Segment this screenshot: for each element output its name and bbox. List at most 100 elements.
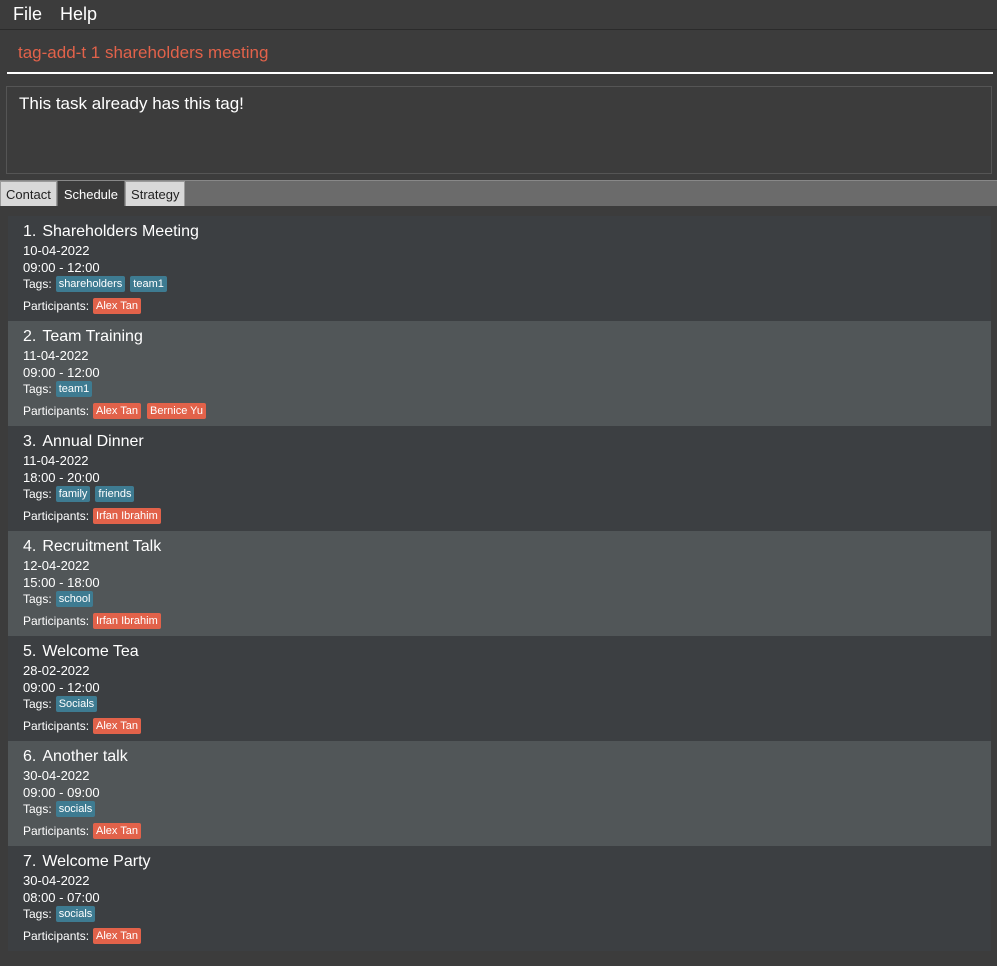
tags-label: Tags: bbox=[23, 592, 52, 606]
task-card[interactable]: 3. Annual Dinner 11-04-2022 18:00 - 20:00 Ta… bbox=[8, 426, 991, 531]
task-tags: Tags: shareholders team1 bbox=[23, 275, 976, 293]
task-participants: Participants: Irfan Ibrahim bbox=[23, 507, 976, 525]
task-index: 7. bbox=[23, 853, 37, 870]
result-display: This task already has this tag! bbox=[6, 86, 992, 174]
task-title: Welcome Party bbox=[42, 853, 151, 870]
tag-chip: Socials bbox=[55, 696, 98, 712]
task-time: 15:00 - 18:00 bbox=[23, 575, 100, 590]
task-date: 10-04-2022 bbox=[23, 243, 90, 258]
task-card[interactable]: 1. Shareholders Meeting 10-04-2022 09:00 - … bbox=[8, 216, 991, 321]
task-list[interactable]: 1. Shareholders Meeting 10-04-2022 09:00 - … bbox=[8, 216, 991, 951]
tags-label: Tags: bbox=[23, 802, 52, 816]
participants-label: Participants: bbox=[23, 614, 90, 628]
task-title-row: 1. Shareholders Meeting bbox=[23, 222, 976, 242]
task-index: 5. bbox=[23, 643, 37, 660]
task-tags: Tags: school bbox=[23, 590, 976, 608]
task-participants: Participants: Alex Tan bbox=[23, 927, 976, 945]
task-participants: Participants: Alex Tan bbox=[23, 297, 976, 315]
tags-label: Tags: bbox=[23, 382, 52, 396]
tag-chip: friends bbox=[95, 486, 135, 502]
participant-chip: Alex Tan bbox=[93, 928, 142, 944]
task-time: 09:00 - 12:00 bbox=[23, 260, 100, 275]
task-date: 28-02-2022 bbox=[23, 663, 90, 678]
tab-strategy-label: Strategy bbox=[131, 186, 180, 202]
task-index: 1. bbox=[23, 223, 37, 240]
task-title: Recruitment Talk bbox=[42, 538, 162, 555]
tag-chip: socials bbox=[55, 801, 96, 817]
tab-contact[interactable]: Contact bbox=[0, 181, 57, 206]
menu-bar: File Help bbox=[0, 0, 997, 30]
tag-chip: team1 bbox=[55, 381, 93, 397]
task-title: Shareholders Meeting bbox=[42, 223, 199, 240]
task-card[interactable]: 5. Welcome Tea 28-02-2022 09:00 - 12:00 Tags… bbox=[8, 636, 991, 741]
task-tags: Tags: team1 bbox=[23, 380, 976, 398]
task-title-row: 2. Team Training bbox=[23, 327, 976, 347]
task-title: Team Training bbox=[42, 328, 143, 345]
task-index: 2. bbox=[23, 328, 37, 345]
task-index: 6. bbox=[23, 748, 37, 765]
task-time: 09:00 - 12:00 bbox=[23, 365, 100, 380]
participant-chip: Bernice Yu bbox=[147, 403, 207, 419]
task-title-row: 6. Another talk bbox=[23, 747, 976, 767]
command-input[interactable]: tag-add-t 1 shareholders meeting bbox=[18, 43, 268, 63]
task-index: 3. bbox=[23, 433, 37, 450]
tags-label: Tags: bbox=[23, 487, 52, 501]
tag-chip: socials bbox=[55, 906, 96, 922]
task-card[interactable]: 6. Another talk 30-04-2022 09:00 - 09:00 Tag… bbox=[8, 741, 991, 846]
task-card[interactable]: 4. Recruitment Talk 12-04-2022 15:00 - 18:0… bbox=[8, 531, 991, 636]
tags-label: Tags: bbox=[23, 907, 52, 921]
task-participants: Participants: Irfan Ibrahim bbox=[23, 612, 976, 630]
task-time: 18:00 - 20:00 bbox=[23, 470, 100, 485]
tab-bar: Contact Schedule Strategy bbox=[0, 180, 997, 206]
tag-chip: shareholders bbox=[55, 276, 126, 292]
participants-label: Participants: bbox=[23, 719, 90, 733]
task-time: 09:00 - 12:00 bbox=[23, 680, 100, 695]
task-time: 09:00 - 09:00 bbox=[23, 785, 100, 800]
task-participants: Participants: Alex Tan bbox=[23, 822, 976, 840]
task-tags: Tags: family friends bbox=[23, 485, 976, 503]
tab-strategy[interactable]: Strategy bbox=[125, 181, 186, 206]
participants-label: Participants: bbox=[23, 824, 90, 838]
participant-chip: Alex Tan bbox=[93, 823, 142, 839]
task-participants: Participants: Alex Tan Bernice Yu bbox=[23, 402, 976, 420]
command-box[interactable]: tag-add-t 1 shareholders meeting bbox=[7, 30, 993, 74]
task-title: Annual Dinner bbox=[42, 433, 144, 450]
task-participants: Participants: Alex Tan bbox=[23, 717, 976, 735]
participants-label: Participants: bbox=[23, 929, 90, 943]
participants-label: Participants: bbox=[23, 509, 90, 523]
menu-help[interactable]: Help bbox=[60, 4, 97, 25]
task-tags: Tags: socials bbox=[23, 905, 976, 923]
task-index: 4. bbox=[23, 538, 37, 555]
tags-label: Tags: bbox=[23, 277, 52, 291]
participant-chip: Alex Tan bbox=[93, 718, 142, 734]
task-date: 11-04-2022 bbox=[23, 348, 89, 363]
tab-schedule[interactable]: Schedule bbox=[57, 181, 125, 206]
participants-label: Participants: bbox=[23, 404, 90, 418]
tab-schedule-label: Schedule bbox=[63, 186, 119, 202]
task-date: 11-04-2022 bbox=[23, 453, 89, 468]
participant-chip: Irfan Ibrahim bbox=[93, 613, 161, 629]
task-date: 30-04-2022 bbox=[23, 768, 90, 783]
tab-contact-label: Contact bbox=[6, 186, 51, 202]
tag-chip: family bbox=[55, 486, 91, 502]
result-message: This task already has this tag! bbox=[19, 94, 244, 113]
task-title: Another talk bbox=[42, 748, 128, 765]
task-card[interactable]: 7. Welcome Party 30-04-2022 08:00 - 07:00 Ta… bbox=[8, 846, 991, 951]
task-title-row: 3. Annual Dinner bbox=[23, 432, 976, 452]
tag-chip: school bbox=[55, 591, 94, 607]
task-tags: Tags: socials bbox=[23, 800, 976, 818]
task-title-row: 4. Recruitment Talk bbox=[23, 537, 976, 557]
tags-label: Tags: bbox=[23, 697, 52, 711]
menu-file[interactable]: File bbox=[13, 4, 42, 25]
participant-chip: Alex Tan bbox=[93, 403, 142, 419]
task-title: Welcome Tea bbox=[42, 643, 139, 660]
participants-label: Participants: bbox=[23, 299, 90, 313]
task-date: 12-04-2022 bbox=[23, 558, 90, 573]
task-title-row: 7. Welcome Party bbox=[23, 852, 976, 872]
task-card[interactable]: 2. Team Training 11-04-2022 09:00 - 12:00 Ta… bbox=[8, 321, 991, 426]
participant-chip: Irfan Ibrahim bbox=[93, 508, 161, 524]
participant-chip: Alex Tan bbox=[93, 298, 142, 314]
task-title-row: 5. Welcome Tea bbox=[23, 642, 976, 662]
task-date: 30-04-2022 bbox=[23, 873, 90, 888]
task-time: 08:00 - 07:00 bbox=[23, 890, 100, 905]
